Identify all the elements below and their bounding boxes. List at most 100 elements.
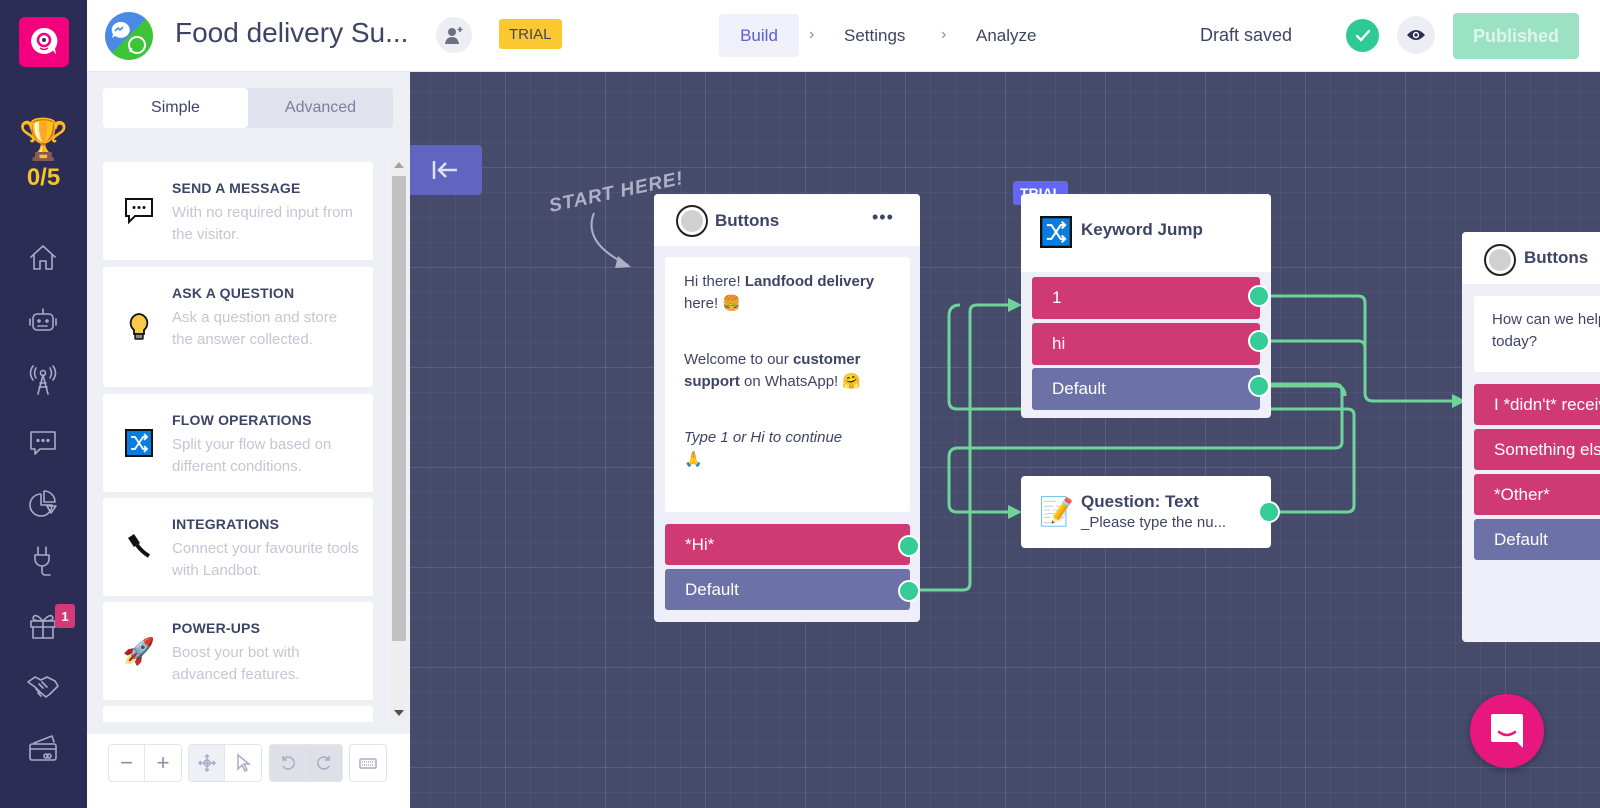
scroll-up-arrow-icon[interactable] [394,162,404,168]
output-port[interactable] [1248,285,1270,307]
block-description: Ask a question and store the answer coll… [172,309,338,348]
arrowhead [1008,505,1022,519]
publish-button[interactable]: Published [1453,13,1579,59]
connector-keyword-hi [1260,339,1367,349]
panel-scrollbar[interactable] [390,160,407,720]
achievements-score: 0/5 [26,164,61,191]
buttons-node-icon [1484,244,1516,276]
check-icon [1346,19,1379,52]
pan-mode-button[interactable] [189,745,225,781]
rail-item-bots[interactable] [23,300,63,340]
node-buttons-welcome[interactable]: Buttons ••• Hi there! Landfood delivery … [654,194,920,622]
block-more[interactable] [103,706,373,722]
node-buttons-help[interactable]: Buttons How can we help you today? I *di… [1462,232,1600,642]
node-keyword-jump[interactable]: Keyword Jump 1 hi Default [1021,194,1271,418]
robot-icon [29,308,57,331]
option-something-else[interactable]: Something else [1474,429,1600,470]
pray-icon: 🙏 [684,451,703,468]
trial-badge[interactable]: TRIAL [499,19,562,49]
support-chat-button[interactable] [1470,694,1544,768]
select-mode-button[interactable] [225,745,261,781]
bot-title[interactable]: Food delivery Su... [175,17,408,49]
scroll-thumb[interactable] [392,176,406,641]
connector-keyword-default-loop [947,303,1022,411]
rail-item-partners[interactable] [23,666,63,706]
top-header: Food delivery Su... TRIAL Build › Settin… [87,0,1600,72]
option-keyword-default[interactable]: Default [1032,368,1260,410]
blocks-panel: Simple Advanced SEND A MESSAGE With no r… [87,72,410,808]
undo-button[interactable] [270,745,306,781]
block-description: Split your flow based on different condi… [172,436,332,475]
history-controls [269,744,343,782]
memo-icon: 📝 [1039,496,1074,527]
option-keyword-1[interactable]: 1 [1032,277,1260,319]
add-user-button[interactable] [436,17,472,53]
node-menu-button[interactable]: ••• [872,207,894,228]
tab-simple[interactable]: Simple [103,88,248,128]
canvas-toolbar: − + [87,734,410,808]
block-integrations[interactable]: INTEGRATIONS Connect your favourite tool… [103,498,373,596]
lightbulb-icon [123,267,155,387]
landbot-logo-icon[interactable] [19,17,69,67]
block-description: Connect your favourite tools with Landbo… [172,540,359,579]
handshake-icon [27,676,59,698]
block-flow-operations[interactable]: FLOW OPERATIONS Split your flow based on… [103,394,373,492]
option-default[interactable]: Default [665,569,910,610]
messenger-whatsapp-icon [105,12,153,60]
start-arrow-icon [590,212,631,268]
tab-build[interactable]: Build [719,14,799,57]
rail-item-billing[interactable] [23,728,63,768]
shuffle-icon [1040,216,1072,253]
chat-icon [30,431,56,455]
zoom-out-button[interactable]: − [109,745,145,781]
option-hi[interactable]: *Hi* [665,524,910,565]
zoom-controls: − + [108,744,182,782]
shortcuts-controls [349,744,387,782]
left-rail: 🏆 0/5 1 [0,0,87,808]
keyboard-icon [359,758,377,769]
tab-settings[interactable]: Settings [844,14,905,57]
rail-item-home[interactable] [23,238,63,278]
block-list: SEND A MESSAGE With no required input fr… [103,162,373,722]
block-power-ups[interactable]: 🚀 POWER-UPS Boost your bot with advanced… [103,602,373,700]
eye-icon [1407,30,1425,40]
output-port[interactable] [898,580,920,602]
connector-default-to-keyword [920,303,1010,592]
zoom-in-button[interactable]: + [145,745,181,781]
rail-item-analytics[interactable] [23,483,63,523]
rail-item-integrations[interactable] [23,541,63,581]
speech-bubble-icon [123,162,155,260]
block-ask-question[interactable]: ASK A QUESTION Ask a question and store … [103,267,373,387]
option-other[interactable]: *Other* [1474,474,1600,515]
app: 🏆 0/5 1 Food delivery Su... TRIAL Build … [0,0,1600,808]
option-didnt-receive[interactable]: I *didn't* receive my order [1474,384,1600,425]
output-port[interactable] [898,535,920,557]
node-message: Hi there! Landfood delivery here! 🍔 Welc… [665,257,910,512]
option-default[interactable]: Default [1474,519,1600,560]
rail-item-messages[interactable] [23,422,63,462]
node-subtitle: _Please type the nu... [1081,514,1227,531]
block-send-message[interactable]: SEND A MESSAGE With no required input fr… [103,162,373,260]
option-keyword-hi[interactable]: hi [1032,323,1260,365]
output-port[interactable] [1258,501,1280,523]
preview-button[interactable] [1397,16,1435,54]
notification-badge: 1 [55,604,75,628]
scroll-down-arrow-icon[interactable] [394,710,404,716]
buttons-node-icon [676,205,708,237]
redo-button[interactable] [306,745,342,781]
keyboard-shortcuts-button[interactable] [350,745,386,781]
node-question-text[interactable]: 📝 Question: Text _Please type the nu... [1021,476,1271,548]
collapse-panel-button[interactable] [410,145,482,195]
block-title: INTEGRATIONS [172,516,280,532]
block-title: FLOW OPERATIONS [172,412,312,428]
tab-advanced[interactable]: Advanced [248,88,393,128]
rail-item-channels[interactable] [23,360,63,400]
tab-analyze[interactable]: Analyze [976,14,1036,57]
flow-canvas[interactable]: START HERE! Buttons ••• Hi there! Landfo… [410,72,1600,808]
output-port[interactable] [1248,375,1270,397]
achievements[interactable]: 🏆 0/5 [0,118,87,192]
collapse-left-icon [432,161,457,179]
block-title: SEND A MESSAGE [172,180,301,196]
rocket-icon: 🚀 [122,635,156,666]
output-port[interactable] [1248,330,1270,352]
